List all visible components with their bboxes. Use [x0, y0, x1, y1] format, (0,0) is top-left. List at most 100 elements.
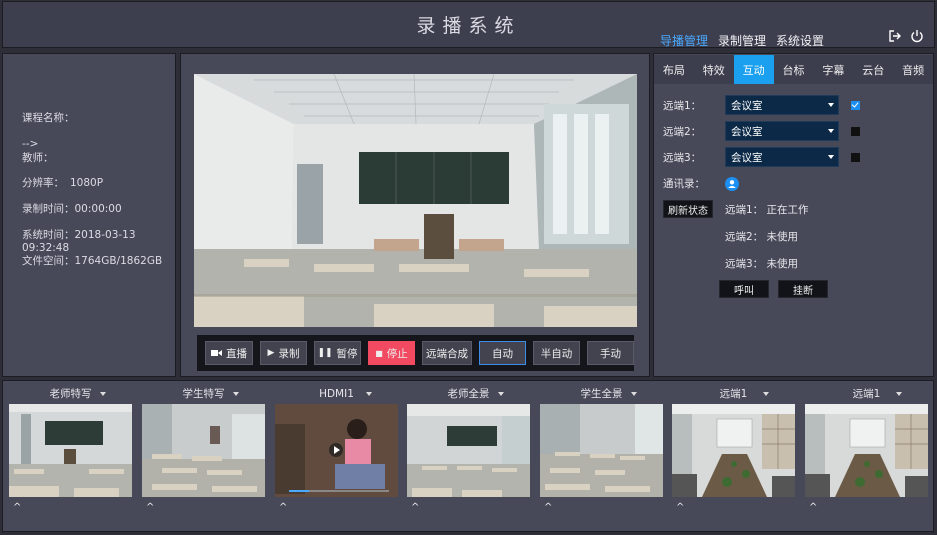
- interaction-panel: 布局 特效 互动 台标 字幕 云台 音频 远端1： 会议室 远端2： 会议室 远…: [653, 53, 934, 377]
- source-remote1-b: 远端1 ^: [805, 385, 928, 513]
- course-name-label: 课程名称：: [22, 112, 75, 124]
- status-row-2: 远端2： 未使用: [725, 229, 798, 244]
- source-1-select[interactable]: 老师特写: [9, 385, 132, 402]
- preview-panel: 直播 ▶ 录制 ❚❚ 暂停 ■ 停止 远端合成 自动 半自动 手动: [180, 53, 650, 377]
- source-student-closeup: 学生特写 ^: [142, 385, 265, 513]
- tab-subtitle[interactable]: 字幕: [813, 55, 853, 84]
- remote3-select[interactable]: 会议室: [725, 147, 839, 167]
- chevron-down-icon: [896, 392, 902, 396]
- remote3-label: 远端3：: [663, 151, 702, 164]
- source-student-wide: 学生全景 ^: [540, 385, 663, 513]
- source-3-select[interactable]: HDMI1: [275, 385, 398, 402]
- nav-settings[interactable]: 系统设置: [776, 32, 824, 49]
- source-7-preview[interactable]: [805, 404, 928, 497]
- meeting-room-thumbnail: [672, 404, 795, 497]
- status-2-name: 远端2：: [725, 231, 764, 243]
- remote1-label: 远端1：: [663, 99, 702, 112]
- meeting-room-thumbnail: [805, 404, 928, 497]
- source-5-label: 学生全景: [580, 388, 623, 400]
- chevron-down-icon: [828, 129, 834, 133]
- status-3-state: 未使用: [766, 258, 799, 270]
- source-6-select[interactable]: 远端1: [672, 385, 795, 402]
- source-2-expand-toggle[interactable]: ^: [146, 502, 265, 513]
- source-5-preview[interactable]: [540, 404, 663, 497]
- auto-button[interactable]: 自动: [479, 341, 526, 365]
- remote1-checkbox[interactable]: [851, 100, 860, 110]
- chevron-down-icon: [100, 392, 106, 396]
- logout-icon[interactable]: [888, 29, 902, 43]
- remote1-value: 会议室: [731, 99, 763, 112]
- classroom-thumbnail: [9, 404, 132, 497]
- refresh-label: 刷新状态: [668, 205, 708, 217]
- source-1-expand-toggle[interactable]: ^: [13, 502, 132, 513]
- source-3-expand-toggle[interactable]: ^: [279, 502, 398, 513]
- main-preview-video[interactable]: [194, 74, 637, 327]
- source-2-preview[interactable]: [142, 404, 265, 497]
- record-button[interactable]: ▶ 录制: [260, 341, 307, 365]
- system-time-row: 系统时间：2018-03-13 09:32:48: [22, 227, 175, 254]
- main-nav: 导播管理 录制管理 系统设置: [660, 32, 824, 49]
- stop-button[interactable]: ■ 停止: [368, 341, 415, 365]
- source-7-expand-toggle[interactable]: ^: [809, 502, 928, 513]
- source-4-select[interactable]: 老师全景: [407, 385, 530, 402]
- play-icon: ▶: [267, 348, 275, 358]
- tab-effects[interactable]: 特效: [694, 55, 734, 84]
- source-strip: 老师特写 ^ 学生特写 ^ HDMI1 ^ 老师全景 ^ 学生全景 ^ 远端1: [2, 380, 934, 532]
- source-2-select[interactable]: 学生特写: [142, 385, 265, 402]
- contacts-user-icon[interactable]: [725, 176, 739, 191]
- resolution-label: 分辨率：: [22, 177, 64, 189]
- remote3-row: 远端3： 会议室: [663, 147, 860, 167]
- call-label: 呼叫: [734, 285, 754, 297]
- status-row-1: 远端1： 正在工作: [725, 202, 809, 217]
- remote2-checkbox[interactable]: [851, 126, 860, 136]
- classroom-scene: [194, 74, 637, 327]
- nav-director[interactable]: 导播管理: [660, 32, 708, 49]
- remote2-select[interactable]: 会议室: [725, 121, 839, 141]
- resolution-value: 1080P: [70, 177, 104, 189]
- power-icon[interactable]: [910, 29, 924, 43]
- resolution-row: 分辨率： 1080P: [22, 175, 103, 190]
- tab-logo[interactable]: 台标: [774, 55, 814, 84]
- live-button[interactable]: 直播: [205, 341, 253, 365]
- record-time-row: 录制时间：00:00:00: [22, 201, 122, 216]
- hangup-button[interactable]: 挂断: [778, 280, 828, 298]
- source-1-preview[interactable]: [9, 404, 132, 497]
- course-info-panel: 课程名称： --> 教师： 分辨率： 1080P 录制时间：00:00:00 系统…: [2, 53, 176, 377]
- source-3-preview[interactable]: [275, 404, 398, 497]
- chevron-down-icon: [828, 155, 834, 159]
- source-6-preview[interactable]: [672, 404, 795, 497]
- call-button[interactable]: 呼叫: [719, 280, 769, 298]
- record-label: 录制: [278, 347, 300, 360]
- hangup-label: 挂断: [793, 285, 813, 297]
- source-6-expand-toggle[interactable]: ^: [676, 502, 795, 513]
- source-4-label: 老师全景: [447, 388, 490, 400]
- system-time-label: 系统时间：: [22, 229, 75, 241]
- remote-mix-button[interactable]: 远端合成: [422, 341, 472, 365]
- tab-ptz[interactable]: 云台: [853, 55, 893, 84]
- chevron-down-icon: [233, 392, 239, 396]
- auto-label: 自动: [492, 347, 513, 360]
- pause-label: 暂停: [336, 347, 358, 360]
- source-7-select[interactable]: 远端1: [805, 385, 928, 402]
- tab-audio[interactable]: 音频: [893, 55, 933, 84]
- tab-layout[interactable]: 布局: [654, 55, 694, 84]
- manual-button[interactable]: 手动: [587, 341, 634, 365]
- contacts-row: 通讯录：: [663, 176, 739, 191]
- remote3-checkbox[interactable]: [851, 152, 860, 162]
- remote1-select[interactable]: 会议室: [725, 95, 839, 115]
- source-5-select[interactable]: 学生全景: [540, 385, 663, 402]
- control-bar: 直播 ▶ 录制 ❚❚ 暂停 ■ 停止 远端合成 自动 半自动 手动: [197, 335, 634, 371]
- source-remote1-a: 远端1 ^: [672, 385, 795, 513]
- tab-interaction[interactable]: 互动: [733, 55, 774, 84]
- chevron-down-icon: [631, 392, 637, 396]
- refresh-status-button[interactable]: 刷新状态: [663, 200, 713, 218]
- source-4-expand-toggle[interactable]: ^: [411, 502, 530, 513]
- nav-recording[interactable]: 录制管理: [718, 32, 766, 49]
- chevron-down-icon: [763, 392, 769, 396]
- pause-button[interactable]: ❚❚ 暂停: [314, 341, 361, 365]
- chevron-down-icon: [828, 103, 834, 107]
- source-4-preview[interactable]: [407, 404, 530, 497]
- source-1-label: 老师特写: [49, 388, 92, 400]
- semi-auto-button[interactable]: 半自动: [533, 341, 580, 365]
- source-5-expand-toggle[interactable]: ^: [544, 502, 663, 513]
